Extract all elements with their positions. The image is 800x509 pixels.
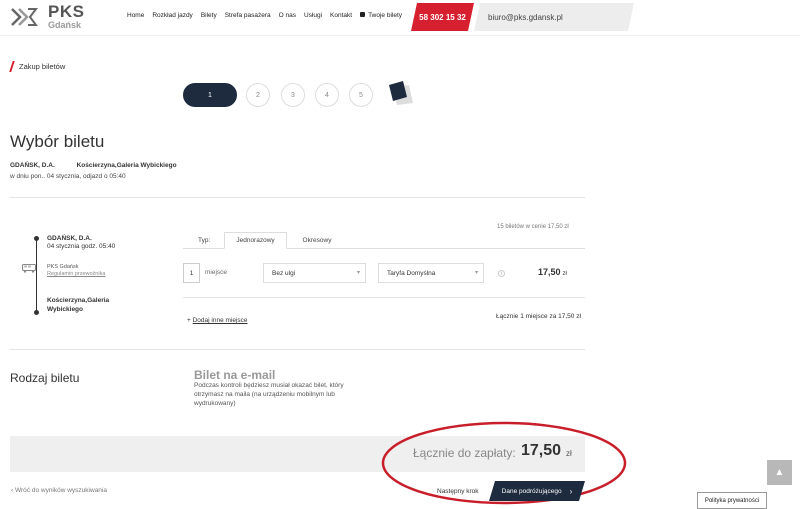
add-seat-link[interactable]: + Dodaj inne miejsce [187, 317, 248, 324]
end-dot [34, 310, 39, 315]
price-value: 17,50 [538, 267, 561, 277]
step-1[interactable]: 1 [183, 83, 237, 107]
back-label: Wróć do wyników wyszukiwania [14, 487, 107, 494]
chevron-down-icon: ▾ [474, 270, 478, 276]
tariff-select[interactable]: Taryfa Domyślna ▾ [378, 263, 484, 283]
start-dot [34, 236, 39, 241]
carrier-name: PKS Gdańsk [47, 264, 79, 270]
timeline-from: GDAŃSK, D.A. [47, 235, 92, 242]
nav-contact[interactable]: Kontakt [330, 12, 352, 19]
discount-select[interactable]: Bez ulgi ▾ [263, 263, 366, 283]
nav-my-tickets-label: Twoje bilety [368, 12, 403, 19]
step-5[interactable]: 5 [349, 83, 373, 107]
logo-icon [11, 7, 38, 26]
step-3[interactable]: 3 [281, 83, 305, 107]
info-icon[interactable]: i [498, 270, 505, 277]
discount-value: Bez ulgi [272, 269, 296, 277]
main-nav: Home Rozkład jazdy Bilety Strefa pasażer… [127, 12, 410, 19]
seat-quantity-input[interactable]: 1 [183, 263, 200, 283]
nav-tickets[interactable]: Bilety [201, 12, 217, 19]
step-4[interactable]: 4 [315, 83, 339, 107]
tab-periodic[interactable]: Okresowy [287, 232, 347, 249]
lock-icon [360, 12, 366, 17]
email-link[interactable]: biuro@pks.gdansk.pl [474, 3, 634, 31]
page-title: Wybór biletu [10, 132, 105, 151]
ticket-price: 17,50 zł [538, 267, 567, 277]
page: PKS Gdańsk Home Rozkład jazdy Bilety Str… [0, 0, 800, 509]
price-currency: zł [562, 271, 567, 277]
back-link[interactable]: ‹ Wróć do wyników wyszukiwania [11, 487, 107, 494]
logo-name: PKS [48, 2, 85, 21]
next-step-label: Następny krok [437, 488, 479, 495]
timeline-to: Kościerzyna,Galeria Wybickiego [47, 297, 110, 313]
carrier-terms-link[interactable]: Regulamin przewoźnika [47, 271, 105, 277]
ticket-count-info: 15 biletów w cenie 17,50 zł [497, 224, 569, 230]
nav-services[interactable]: Usługi [304, 12, 322, 19]
chevron-right-icon: › [569, 486, 573, 496]
route-summary: GDAŃSK, D.A. Kościerzyna,Galeria Wybicki… [10, 162, 177, 169]
nav-my-tickets[interactable]: Twoje bilety [360, 12, 402, 19]
route-to: Kościerzyna,Galeria Wybickiego [76, 162, 177, 169]
ticket-icon [389, 81, 413, 105]
divider [10, 349, 585, 350]
privacy-policy-button[interactable]: Polityka prywatności [697, 492, 767, 509]
tariff-value: Taryfa Domyślna [387, 269, 436, 277]
route-from: GDAŃSK, D.A. [10, 162, 55, 169]
eticket-title[interactable]: Bilet na e-mail [194, 368, 275, 382]
phone-button[interactable]: 58 302 15 32 [411, 3, 474, 31]
bus-icon [22, 264, 36, 273]
ticket-type-tabs: Typ: Jednorazowy Okresowy [183, 232, 585, 249]
logo[interactable]: PKS Gdańsk [10, 3, 84, 30]
nav-timetable[interactable]: Rozkład jazdy [152, 12, 192, 19]
breadcrumb-accent [9, 61, 15, 72]
type-label: Typ: [198, 237, 211, 244]
seat-label: miejsce [205, 269, 228, 276]
next-step-button[interactable]: Dane podróżującego › [489, 481, 585, 501]
eticket-description: Podczas kontroli będziesz musiał okazać … [194, 382, 344, 407]
chevron-up-icon: ▲ [774, 467, 785, 478]
nav-home[interactable]: Home [127, 12, 144, 19]
ticket-kind-heading: Rodzaj biletu [10, 371, 80, 385]
logo-city: Gdańsk [48, 20, 82, 30]
tab-single[interactable]: Jednorazowy [224, 232, 287, 249]
site-header: PKS Gdańsk Home Rozkład jazdy Bilety Str… [0, 0, 800, 36]
divider [183, 297, 585, 298]
route-line [36, 238, 37, 312]
scroll-top-button[interactable]: ▲ [767, 460, 792, 485]
step-2[interactable]: 2 [246, 83, 270, 107]
seat-summary: Łącznie 1 miejsce za 17,50 zł [496, 313, 581, 320]
next-button-label: Dane podróżującego [501, 487, 562, 495]
nav-passenger-zone[interactable]: Strefa pasażera [225, 12, 271, 19]
nav-about[interactable]: O nas [279, 12, 296, 19]
chevron-down-icon: ▾ [356, 270, 360, 276]
departure-date: w dniu pon.. 04 stycznia, odjazd o 05:40 [10, 173, 126, 180]
timeline-from-date: 04 stycznia godz. 05:40 [47, 243, 116, 250]
breadcrumb: Zakup biletów [9, 61, 66, 72]
add-seat-label: Dodaj inne miejsce [192, 317, 248, 324]
breadcrumb-label: Zakup biletów [19, 62, 66, 71]
divider [10, 197, 585, 198]
